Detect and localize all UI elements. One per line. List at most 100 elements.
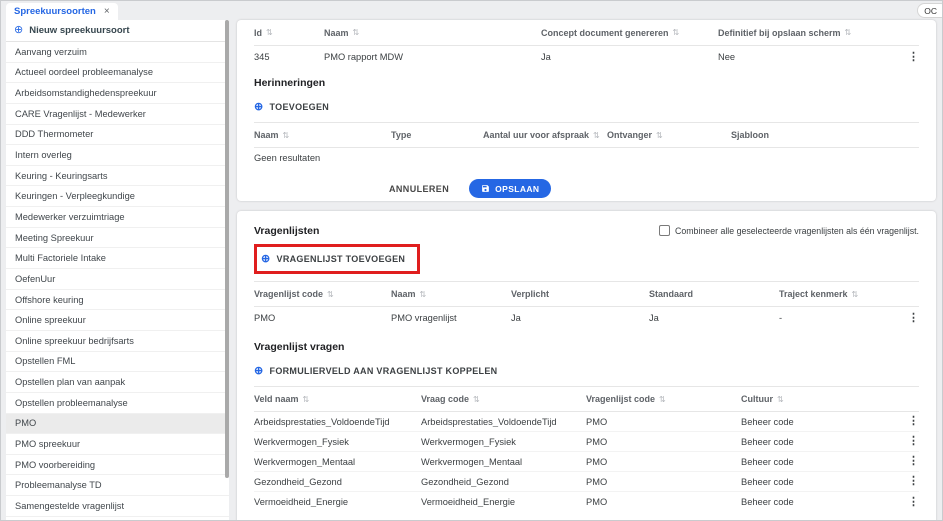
cell-cultuur: Beheer code: [741, 497, 794, 507]
vraag-row: Arbeidsprestaties_VoldoendeTijd Arbeidsp…: [254, 412, 919, 432]
cancel-button[interactable]: ANNULEREN: [389, 184, 449, 194]
row-menu-kebab-icon[interactable]: ⋮: [908, 312, 919, 324]
sort-icon[interactable]: ⇅: [420, 290, 427, 299]
sort-icon[interactable]: ⇅: [673, 28, 680, 37]
sidebar-item-offshore-keuring[interactable]: Offshore keuring: [6, 290, 229, 311]
formulierveld-koppelen-button[interactable]: ⊕ FORMULIERVELD AAN VRAGENLIJST KOPPELEN: [254, 360, 497, 382]
sidebar-item-intern-overleg[interactable]: Intern overleg: [6, 145, 229, 166]
sidebar-item-oefenuur[interactable]: OefenUur: [6, 269, 229, 290]
new-spreekuursoort-button[interactable]: ⊕ Nieuw spreekuursoort: [6, 20, 229, 42]
cell-definitief: Nee: [718, 52, 736, 62]
combine-checkbox-label: Combineer alle geselecteerde vragenlijst…: [674, 225, 919, 236]
cell-code: PMO: [254, 313, 276, 323]
top-right-partial-button[interactable]: OC: [917, 3, 942, 18]
combine-checkbox[interactable]: [658, 225, 670, 236]
sort-icon[interactable]: ⇅: [303, 395, 310, 404]
close-icon[interactable]: ×: [104, 6, 110, 17]
sort-icon[interactable]: ⇅: [845, 28, 852, 37]
col-header-veld-naam[interactable]: Veld naam ⇅: [254, 394, 421, 404]
row-menu-kebab-icon[interactable]: ⋮: [908, 476, 919, 487]
col-header-cultuur[interactable]: Cultuur ⇅: [741, 394, 899, 404]
col-header-type[interactable]: Type: [391, 130, 483, 140]
col-header-naam[interactable]: Naam ⇅: [324, 28, 541, 38]
sidebar-item-arbeidsomstandigheden[interactable]: Arbeidsomstandighedenspreekuur: [6, 83, 229, 104]
save-button[interactable]: OPSLAAN: [469, 179, 552, 198]
sort-icon[interactable]: ⇅: [659, 395, 666, 404]
row-menu-kebab-icon[interactable]: ⋮: [908, 456, 919, 467]
sort-icon[interactable]: ⇅: [283, 131, 290, 140]
plus-circle-icon: ⊕: [254, 100, 264, 113]
col-header-traject-kenmerk[interactable]: Traject kenmerk ⇅: [779, 289, 899, 299]
sidebar-item-samengestelde-vragenlijst[interactable]: Samengestelde vragenlijst: [6, 496, 229, 517]
sort-icon[interactable]: ⇅: [266, 28, 273, 37]
sidebar-item-aanvang-verzuim[interactable]: Aanvang verzuim: [6, 42, 229, 63]
sort-icon[interactable]: ⇅: [353, 28, 360, 37]
vragenlijst-vragen-title: Vragenlijst vragen: [254, 341, 345, 353]
col-header-definitief[interactable]: Definitief bij opslaan scherm ⇅: [718, 28, 899, 38]
combine-checkbox-row[interactable]: Combineer alle geselecteerde vragenlijst…: [658, 225, 919, 236]
sort-icon[interactable]: ⇅: [327, 290, 334, 299]
sidebar-item-ddd-thermometer[interactable]: DDD Thermometer: [6, 125, 229, 146]
row-menu-kebab-icon[interactable]: ⋮: [908, 436, 919, 447]
cell-vragenlijst-code: PMO: [586, 497, 608, 507]
cell-vragenlijst-code: PMO: [586, 416, 608, 427]
sidebar-scrollbar[interactable]: [225, 20, 229, 478]
sidebar-item-multi-factoriele-intake[interactable]: Multi Factoriele Intake: [6, 248, 229, 270]
sidebar-item-opstellen-probleemanalyse[interactable]: Opstellen probleemanalyse: [6, 393, 229, 414]
col-header-verplicht[interactable]: Verplicht: [511, 289, 649, 299]
row-menu-kebab-icon[interactable]: ⋮: [908, 51, 919, 63]
herinneringen-title: Herinneringen: [254, 77, 326, 89]
cell-cultuur: Beheer code: [741, 456, 794, 467]
sort-icon[interactable]: ⇅: [656, 131, 663, 140]
vragenlijst-row: PMO PMO vragenlijst Ja Ja - ⋮: [254, 307, 919, 329]
sidebar-item-spoorcheck[interactable]: SpoorCheck: [6, 517, 229, 520]
col-header-standaard[interactable]: Standaard: [649, 289, 779, 299]
sidebar-list: Aanvang verzuim Actueel oordeel probleem…: [6, 42, 229, 520]
col-header-vragenlijst-code[interactable]: Vragenlijst code ⇅: [586, 394, 741, 404]
vragenlijsten-title: Vragenlijsten: [254, 225, 320, 237]
vragen-table-header: Veld naam ⇅ Vraag code ⇅ Vragenlijst cod…: [254, 386, 919, 412]
tab-spreekuursoorten[interactable]: Spreekuursoorten ×: [6, 3, 118, 20]
sidebar-item-medewerker-verzuimtriage[interactable]: Medewerker verzuimtriage: [6, 207, 229, 228]
vragenlijst-toevoegen-button[interactable]: ⊕ VRAGENLIJST TOEVOEGEN: [261, 248, 405, 270]
sort-icon[interactable]: ⇅: [473, 395, 480, 404]
sort-icon[interactable]: ⇅: [777, 395, 784, 404]
col-header-id[interactable]: Id ⇅: [254, 28, 324, 38]
col-header-ontvanger[interactable]: Ontvanger ⇅: [607, 130, 731, 140]
sort-icon[interactable]: ⇅: [852, 290, 859, 299]
sidebar-item-keuringen-verpleegkundige[interactable]: Keuringen - Verpleegkundige: [6, 186, 229, 208]
col-header-concept[interactable]: Concept document genereren ⇅: [541, 28, 718, 38]
sidebar-item-pmo[interactable]: PMO: [6, 413, 229, 435]
col-header-naam[interactable]: Naam ⇅: [254, 130, 391, 140]
cell-cultuur: Beheer code: [741, 436, 794, 447]
sidebar-item-probleemanalyse-td[interactable]: Probleemanalyse TD: [6, 475, 229, 497]
vraag-row: Werkvermogen_Mentaal Werkvermogen_Mentaa…: [254, 452, 919, 472]
cell-concept: Ja: [541, 52, 551, 62]
sidebar-item-meeting-spreekuur[interactable]: Meeting Spreekuur: [6, 228, 229, 249]
new-spreekuursoort-label: Nieuw spreekuursoort: [29, 25, 130, 36]
sidebar-item-actueel-oordeel[interactable]: Actueel oordeel probleemanalyse: [6, 63, 229, 84]
col-header-aantal-uur[interactable]: Aantal uur voor afspraak ⇅: [483, 130, 607, 140]
cell-naam: PMO rapport MDW: [324, 52, 404, 62]
sidebar-item-keuring-keuringsarts[interactable]: Keuring - Keuringsarts: [6, 166, 229, 187]
col-header-sjabloon[interactable]: Sjabloon: [731, 130, 919, 140]
plus-circle-icon: ⊕: [14, 24, 24, 36]
cell-vragenlijst-code: PMO: [586, 476, 608, 487]
sidebar-item-online-spreekuur[interactable]: Online spreekuur: [6, 310, 229, 331]
sidebar-item-opstellen-fml[interactable]: Opstellen FML: [6, 352, 229, 373]
herinnering-toevoegen-button[interactable]: ⊕ TOEVOEGEN: [254, 96, 329, 118]
sidebar-item-online-spreekuur-bedrijfsarts[interactable]: Online spreekuur bedrijfsarts: [6, 331, 229, 352]
col-header-vraag-code[interactable]: Vraag code ⇅: [421, 394, 586, 404]
sidebar-item-pmo-voorbereiding[interactable]: PMO voorbereiding: [6, 455, 229, 476]
col-header-vragenlijst-code[interactable]: Vragenlijst code ⇅: [254, 289, 391, 299]
save-icon: [481, 184, 490, 193]
row-menu-kebab-icon[interactable]: ⋮: [908, 496, 919, 508]
sidebar-item-care-vragenlijst[interactable]: CARE Vragenlijst - Medewerker: [6, 104, 229, 125]
sidebar-item-opstellen-plan-van-aanpak[interactable]: Opstellen plan van aanpak: [6, 372, 229, 393]
sidebar-item-pmo-spreekuur[interactable]: PMO spreekuur: [6, 434, 229, 455]
spreekuursoort-detail-card: Id ⇅ Naam ⇅ Concept document genereren ⇅…: [237, 20, 936, 201]
sort-icon[interactable]: ⇅: [593, 131, 600, 140]
row-menu-kebab-icon[interactable]: ⋮: [908, 416, 919, 427]
col-header-naam[interactable]: Naam ⇅: [391, 289, 511, 299]
form-actions: ANNULEREN OPSLAAN: [389, 179, 919, 198]
